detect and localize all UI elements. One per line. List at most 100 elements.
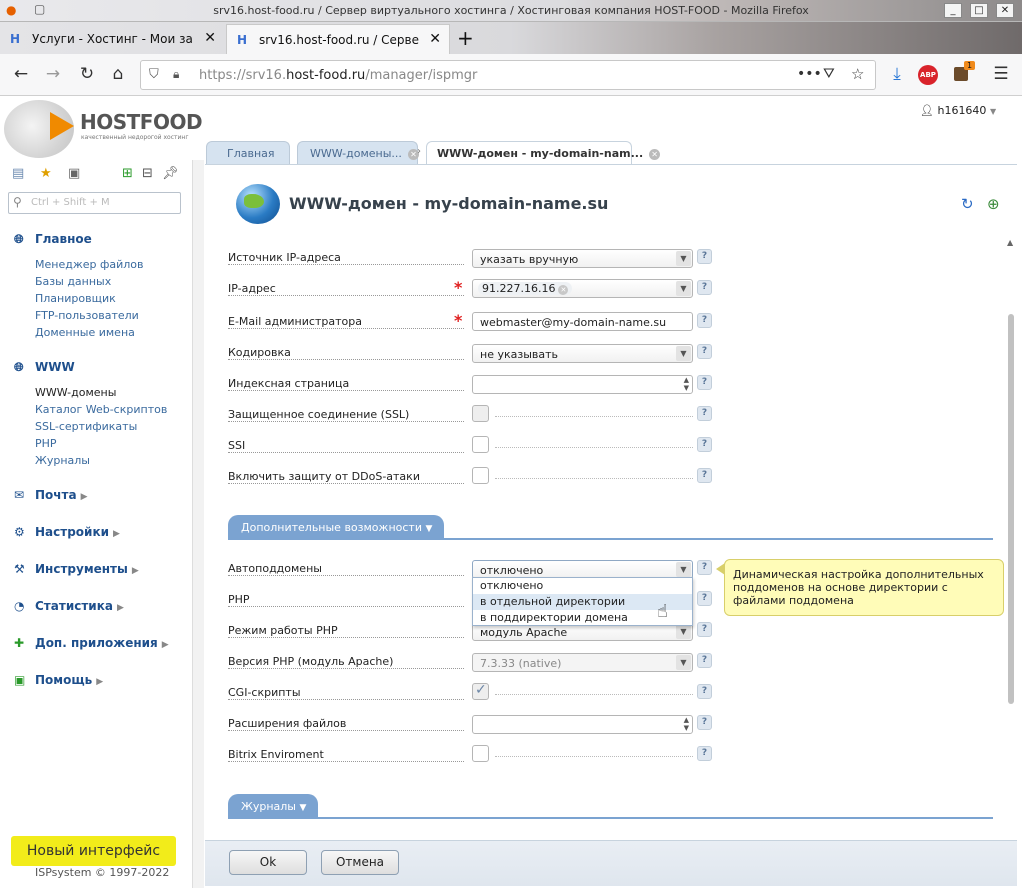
sidebar-item-databases[interactable]: Базы данных: [35, 275, 111, 288]
sidebar-scrollbar[interactable]: [192, 160, 204, 888]
sidebar-item-domain-names[interactable]: Доменные имена: [35, 326, 135, 339]
group-extra-line: [228, 538, 993, 540]
menu-search-input[interactable]: ⚲ Ctrl + Shift + M: [8, 192, 181, 214]
sidebar-item-file-manager[interactable]: Менеджер файлов: [35, 258, 144, 271]
group-logs-toggle[interactable]: Журналы ▼: [228, 794, 319, 818]
ddos-checkbox[interactable]: [472, 467, 489, 484]
sidebar-section-statistics[interactable]: ◔ Статистика ▶: [14, 599, 124, 613]
cancel-button[interactable]: Отмена: [321, 850, 399, 875]
help-icon[interactable]: ?: [697, 622, 712, 637]
ssl-checkbox[interactable]: [472, 405, 489, 422]
back-icon[interactable]: ←: [10, 64, 32, 84]
logo: HOSTFOOD качественный недорогой хостинг: [4, 100, 204, 158]
pin-icon[interactable]: 📌︎: [162, 166, 179, 181]
browser-tab-2[interactable]: H srv16.host-food.ru / Серве ✕: [226, 24, 450, 54]
collapse-all-icon[interactable]: ⊟: [142, 166, 153, 181]
ip-select[interactable]: 91.227.16.16 ✕ ▼: [472, 279, 693, 298]
chevron-right-icon: ▶: [80, 492, 88, 502]
maximize-button[interactable]: □: [970, 3, 988, 18]
close-window-button[interactable]: ✕: [996, 3, 1014, 18]
new-window-icon[interactable]: ⊕: [987, 195, 1000, 213]
sidebar-item-scheduler[interactable]: Планировщик: [35, 292, 116, 305]
charset-select[interactable]: не указывать ▼: [472, 344, 693, 363]
help-icon[interactable]: ?: [697, 313, 712, 328]
help-icon[interactable]: ?: [697, 684, 712, 699]
page-actions-icon[interactable]: •••: [797, 66, 822, 82]
help-icon[interactable]: ?: [697, 560, 712, 575]
sidebar-item-logs[interactable]: Журналы: [35, 454, 90, 467]
refresh-icon[interactable]: ↻: [961, 195, 974, 213]
cgi-checkbox[interactable]: [472, 682, 489, 700]
help-icon[interactable]: ?: [697, 344, 712, 359]
scrollbar-thumb[interactable]: [1008, 314, 1014, 704]
php-version-select[interactable]: 7.3.33 (native) ▼: [472, 653, 693, 672]
sidebar-item-ftp-users[interactable]: FTP-пользователи: [35, 309, 139, 322]
ok-button[interactable]: Ok: [229, 850, 307, 875]
new-tab-icon[interactable]: +: [457, 26, 474, 50]
help-icon[interactable]: ?: [697, 746, 712, 761]
spinner-icon[interactable]: ▲ ▼: [684, 716, 689, 732]
spinner-icon[interactable]: ▲ ▼: [684, 376, 689, 392]
url-bar[interactable]: ⛉ 🔒︎ https://srv16.host-food.ru/manager/…: [140, 60, 876, 90]
new-interface-button[interactable]: Новый интерфейс: [11, 836, 176, 866]
sidebar-item-www-domains[interactable]: WWW-домены: [35, 386, 116, 399]
email-field[interactable]: webmaster@my-domain-name.su: [472, 312, 693, 331]
close-tab-icon[interactable]: ✕: [429, 31, 441, 47]
scroll-up-icon[interactable]: ▲: [1007, 238, 1013, 247]
ip-source-select[interactable]: указать вручную ▼: [472, 249, 693, 268]
help-icon[interactable]: ?: [697, 375, 712, 390]
tab-main[interactable]: Главная: [206, 141, 290, 164]
browser-tab-1[interactable]: H Услуги - Хостинг - Мои за ✕: [0, 24, 224, 54]
bitrix-checkbox[interactable]: [472, 745, 489, 762]
file-ext-field[interactable]: ▲ ▼: [472, 715, 693, 734]
sidebar-item-php[interactable]: PHP: [35, 437, 57, 450]
pocket-icon[interactable]: ⛛: [823, 66, 835, 82]
tab-www-domain-edit[interactable]: WWW-домен - my-domain-nam... ✕: [426, 141, 661, 164]
expand-all-icon[interactable]: ⊞: [122, 166, 133, 181]
tab-www-domains[interactable]: WWW-домены... ✕: [297, 141, 419, 164]
chevron-down-icon: ▼: [676, 251, 691, 266]
sidebar-section-settings[interactable]: ⚙ Настройки ▶: [14, 525, 120, 539]
help-icon[interactable]: ?: [697, 406, 712, 421]
menu-icon[interactable]: ☰: [990, 64, 1012, 84]
sidebar-section-help[interactable]: ▣ Помощь ▶: [14, 673, 103, 687]
shield-icon[interactable]: ⛉: [149, 67, 159, 82]
required-icon: *: [454, 311, 463, 330]
sidebar-section-addons[interactable]: ✚ Доп. приложения ▶: [14, 636, 169, 650]
index-page-field[interactable]: ▲ ▼: [472, 375, 693, 394]
sidebar-section-www[interactable]: 🌐︎ WWW: [14, 360, 75, 375]
sidebar-item-web-scripts[interactable]: Каталог Web-скриптов: [35, 403, 167, 416]
lock-icon[interactable]: 🔒︎: [173, 67, 179, 82]
help-icon[interactable]: ?: [697, 437, 712, 452]
close-tab-icon[interactable]: ✕: [204, 30, 216, 46]
help-icon[interactable]: ?: [697, 280, 712, 295]
tree-view-icon[interactable]: ▤: [12, 166, 24, 181]
briefcase-icon[interactable]: ▣: [68, 166, 80, 181]
dropdown-option[interactable]: отключено: [473, 578, 692, 594]
help-icon[interactable]: ?: [697, 468, 712, 483]
group-extra-toggle[interactable]: Дополнительные возможности ▼: [228, 515, 445, 539]
minimize-button[interactable]: _: [944, 3, 962, 18]
forward-icon[interactable]: →: [42, 64, 64, 84]
content-scrollbar[interactable]: ▲: [1004, 238, 1018, 838]
help-icon: ▣: [14, 673, 26, 687]
ssi-checkbox[interactable]: [472, 436, 489, 453]
help-icon[interactable]: ?: [697, 249, 712, 264]
help-icon[interactable]: ?: [697, 653, 712, 668]
mail-icon: ✉: [14, 488, 25, 502]
reload-icon[interactable]: ↻: [76, 64, 98, 84]
favorites-star-icon[interactable]: ★: [40, 166, 52, 181]
bookmark-star-icon[interactable]: ☆: [851, 65, 864, 83]
help-icon[interactable]: ?: [697, 591, 712, 606]
adblock-icon[interactable]: ABP: [918, 65, 938, 85]
sidebar-section-mail[interactable]: ✉ Почта ▶: [14, 488, 88, 502]
download-icon[interactable]: ⤓: [886, 64, 908, 84]
sidebar-section-tools[interactable]: ⚒ Инструменты ▶: [14, 562, 139, 576]
sidebar-item-ssl-certificates[interactable]: SSL-сертификаты: [35, 420, 137, 433]
sidebar-section-main[interactable]: 🌐︎ Главное: [14, 232, 92, 247]
home-section-icon: 🌐︎: [14, 232, 24, 246]
remove-tag-icon[interactable]: ✕: [558, 285, 569, 295]
home-icon[interactable]: ⌂: [107, 64, 129, 84]
help-icon[interactable]: ?: [697, 715, 712, 730]
user-menu[interactable]: 👤︎ h161640 ▼: [920, 104, 996, 117]
